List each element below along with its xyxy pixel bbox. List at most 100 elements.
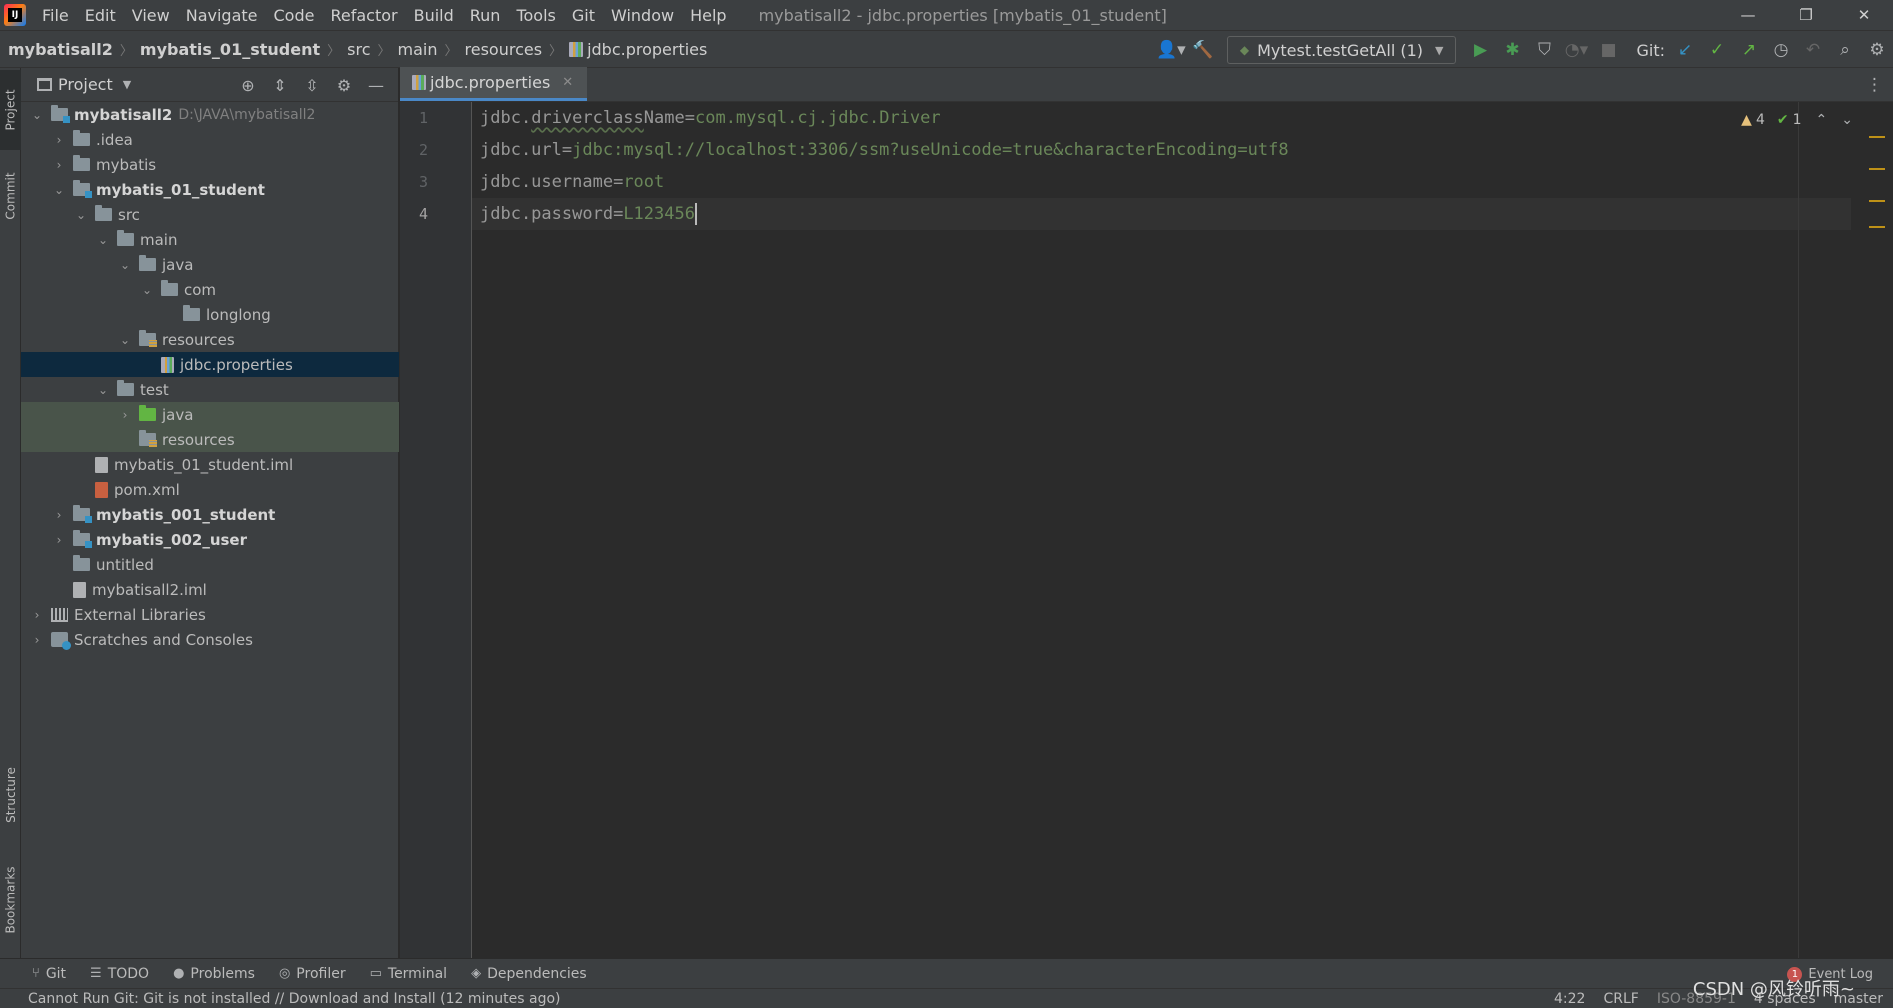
inspection-widget[interactable]: ▲ 4 ✔ 1 ⌃ ⌄ [1741, 112, 1853, 128]
close-tab-icon[interactable]: ✕ [562, 75, 573, 90]
expand-all-icon[interactable]: ⇕ [264, 68, 296, 102]
tree-node[interactable]: › mybatis [21, 152, 399, 177]
tree-node[interactable]: › mybatis_001_student [21, 502, 399, 527]
close-button[interactable]: ✕ [1835, 0, 1893, 30]
chevron-right-icon[interactable]: › [117, 408, 133, 422]
menu-refactor[interactable]: Refactor [322, 6, 405, 25]
chevron-down-icon[interactable]: ▼ [123, 78, 131, 91]
tree-node[interactable]: ⌄ mybatis_01_student [21, 177, 399, 202]
chevron-down-icon[interactable]: ⌄ [51, 183, 67, 197]
tab-jdbc-properties[interactable]: jdbc.properties ✕ [400, 67, 588, 101]
more-icon[interactable]: ⋮ [1866, 68, 1883, 102]
error-stripe-marker[interactable] [1869, 168, 1885, 170]
menu-navigate[interactable]: Navigate [178, 6, 266, 25]
tree-node[interactable]: ⌄ mybatisall2 D:\JAVA\mybatisall2 [21, 102, 399, 127]
chevron-right-icon[interactable]: › [29, 633, 45, 647]
tree-node[interactable]: ⌄ src [21, 202, 399, 227]
menu-window[interactable]: Window [603, 6, 682, 25]
tree-node[interactable]: jdbc.properties [21, 352, 399, 377]
menu-tools[interactable]: Tools [508, 6, 563, 25]
menu-edit[interactable]: Edit [77, 6, 124, 25]
gear-icon[interactable]: ⚙ [328, 68, 360, 102]
settings-icon[interactable]: ⚙ [1861, 31, 1893, 69]
tree-node[interactable]: ⌄ com [21, 277, 399, 302]
breadcrumb-src[interactable]: src [347, 40, 370, 59]
tree-node[interactable]: › Scratches and Consoles [21, 627, 399, 652]
chevron-down-icon[interactable]: ⌄ [1841, 112, 1853, 128]
tree-node[interactable]: ⌄ java [21, 252, 399, 277]
tree-node[interactable]: mybatisall2.iml [21, 577, 399, 602]
run-icon[interactable]: ▶ [1464, 31, 1496, 69]
chevron-down-icon[interactable]: ⌄ [73, 208, 89, 222]
tree-node[interactable]: › External Libraries [21, 602, 399, 627]
chevron-up-icon[interactable]: ⌃ [1816, 112, 1828, 128]
minimize-button[interactable]: — [1719, 0, 1777, 30]
code-line[interactable]: jdbc. driverclass Name = com.mysql.cj.jdbc.D… [480, 102, 941, 134]
breadcrumb-module[interactable]: mybatis_01_student [140, 40, 320, 59]
line-separator[interactable]: CRLF [1603, 991, 1638, 1007]
git-tool-button[interactable]: ⑂ Git [32, 966, 66, 982]
chevron-down-icon[interactable]: ⌄ [29, 108, 45, 122]
menu-build[interactable]: Build [406, 6, 462, 25]
chevron-down-icon[interactable]: ⌄ [117, 258, 133, 272]
tree-node[interactable]: › mybatis_002_user [21, 527, 399, 552]
tree-node[interactable]: resources [21, 427, 399, 452]
tree-node[interactable]: ⌄ main [21, 227, 399, 252]
profile-icon[interactable]: ◔▾ [1560, 31, 1592, 69]
chevron-right-icon[interactable]: › [51, 533, 67, 547]
collapse-all-icon[interactable]: ⇳ [296, 68, 328, 102]
menu-file[interactable]: File [34, 6, 77, 25]
coverage-icon[interactable]: ⛉ [1528, 31, 1560, 69]
project-panel-title[interactable]: Project [58, 75, 113, 94]
code-area[interactable]: 1 2 3 4 jdbc. driverclass Name = com.mysql.c… [400, 102, 1893, 958]
error-stripe-marker[interactable] [1869, 200, 1885, 202]
code-line[interactable]: jdbc.password = L123456 [480, 198, 697, 230]
menu-code[interactable]: Code [266, 6, 323, 25]
structure-tool-button[interactable]: Structure [0, 750, 21, 840]
code-line[interactable]: jdbc.username = root [480, 166, 664, 198]
menu-run[interactable]: Run [462, 6, 509, 25]
locate-icon[interactable]: ⊕ [232, 68, 264, 102]
menu-help[interactable]: Help [682, 6, 734, 25]
tree-node[interactable]: › .idea [21, 127, 399, 152]
chevron-down-icon[interactable]: ⌄ [117, 333, 133, 347]
project-tool-button[interactable]: Project [0, 70, 21, 150]
caret-position[interactable]: 4:22 [1554, 991, 1585, 1007]
stop-icon[interactable]: ■ [1592, 31, 1624, 69]
git-commit-icon[interactable]: ✓ [1701, 31, 1733, 69]
hammer-icon[interactable]: 🔨 [1187, 31, 1219, 69]
breadcrumb-project[interactable]: mybatisall2 [8, 40, 113, 59]
tree-node[interactable]: ⌄ test [21, 377, 399, 402]
chevron-right-icon[interactable]: › [29, 608, 45, 622]
breadcrumb-file[interactable]: jdbc.properties [587, 40, 707, 59]
profiler-tool-button[interactable]: ◎ Profiler [279, 966, 346, 982]
terminal-tool-button[interactable]: ▭ Terminal [370, 966, 447, 982]
error-stripe-marker[interactable] [1869, 226, 1885, 228]
tree-node[interactable]: longlong [21, 302, 399, 327]
user-icon[interactable]: 👤▾ [1155, 31, 1187, 69]
hide-icon[interactable]: — [360, 68, 392, 102]
error-stripe-marker[interactable] [1869, 136, 1885, 138]
chevron-down-icon[interactable]: ⌄ [95, 383, 111, 397]
menu-view[interactable]: View [124, 6, 178, 25]
tree-node[interactable]: ⌄ resources [21, 327, 399, 352]
chevron-down-icon[interactable]: ⌄ [95, 233, 111, 247]
git-push-icon[interactable]: ↗ [1733, 31, 1765, 69]
debug-icon[interactable]: ✱ [1496, 31, 1528, 69]
tree-node[interactable]: › java [21, 402, 399, 427]
maximize-button[interactable]: ❐ [1777, 0, 1835, 30]
run-configuration-selector[interactable]: ◆ Mytest.testGetAll (1) ▼ [1226, 36, 1457, 64]
tree-node[interactable]: mybatis_01_student.iml [21, 452, 399, 477]
bookmarks-tool-button[interactable]: Bookmarks [0, 850, 21, 950]
git-update-icon[interactable]: ↙ [1669, 31, 1701, 69]
rollback-icon[interactable]: ↶ [1797, 31, 1829, 69]
menu-git[interactable]: Git [564, 6, 603, 25]
chevron-right-icon[interactable]: › [51, 158, 67, 172]
code-line[interactable]: jdbc.url = jdbc:mysql://localhost:3306/ssm… [480, 134, 1289, 166]
chevron-right-icon[interactable]: › [51, 508, 67, 522]
tree-node[interactable]: pom.xml [21, 477, 399, 502]
chevron-down-icon[interactable]: ⌄ [139, 283, 155, 297]
tree-node[interactable]: untitled [21, 552, 399, 577]
breadcrumb-main[interactable]: main [398, 40, 438, 59]
history-icon[interactable]: ◷ [1765, 31, 1797, 69]
